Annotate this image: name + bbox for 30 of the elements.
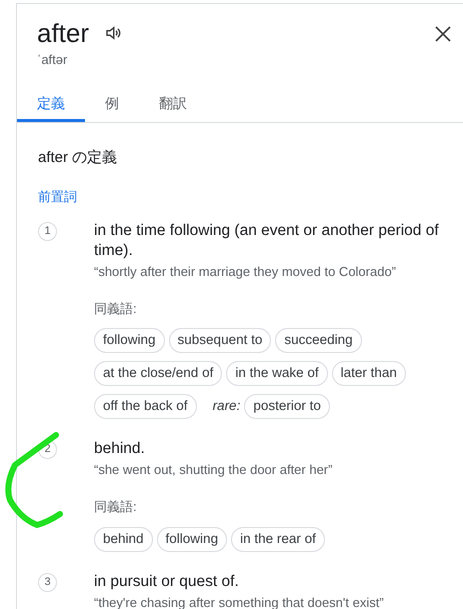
sense-number: 3	[38, 572, 57, 592]
tab[interactable]: 翻訳	[139, 88, 207, 122]
pronunciation: ˈaftər	[37, 51, 68, 69]
definition: in the time following (an event or another period of time).	[94, 220, 440, 260]
synonym-chip[interactable]: subsequent to	[168, 328, 272, 353]
tab[interactable]: 例	[85, 88, 139, 122]
synonym-chip[interactable]: behind	[94, 526, 153, 552]
synonym-chip[interactable]: later than	[332, 361, 406, 386]
part-of-speech: 前置詞	[38, 188, 78, 206]
synonym-chip[interactable]: at the close/end of	[94, 361, 222, 386]
example-sentence: “she went out, shutting the door after her”	[94, 461, 332, 479]
section-heading: after の定義	[38, 148, 118, 168]
tab[interactable]: 定義	[17, 88, 85, 122]
synonym-chip[interactable]: succeeding	[275, 328, 362, 353]
example-sentence: “they're chasing after something that doesn't exist”	[94, 594, 384, 609]
synonym-chip[interactable]: following	[156, 526, 228, 552]
definition: behind.	[94, 439, 146, 459]
synonym-chip[interactable]: in the wake of	[226, 361, 328, 386]
synonym-chip[interactable]: off the back of	[94, 394, 197, 419]
synonyms-label: 同義語:	[94, 300, 138, 318]
close-icon[interactable]	[433, 24, 453, 44]
headword: after	[37, 18, 90, 48]
synonym-chip[interactable]: following	[94, 328, 165, 353]
synonyms-label: 同義語:	[94, 498, 138, 516]
definition: in pursuit or quest of.	[94, 572, 240, 592]
example-sentence: “shortly after their marriage they moved to Colorado”	[94, 262, 398, 280]
sense-number: 1	[38, 222, 57, 240]
synonym-chip[interactable]: posterior to	[244, 394, 330, 419]
synonym-chip[interactable]: in the rear of	[231, 526, 325, 552]
register-label: rare:	[212, 397, 240, 416]
